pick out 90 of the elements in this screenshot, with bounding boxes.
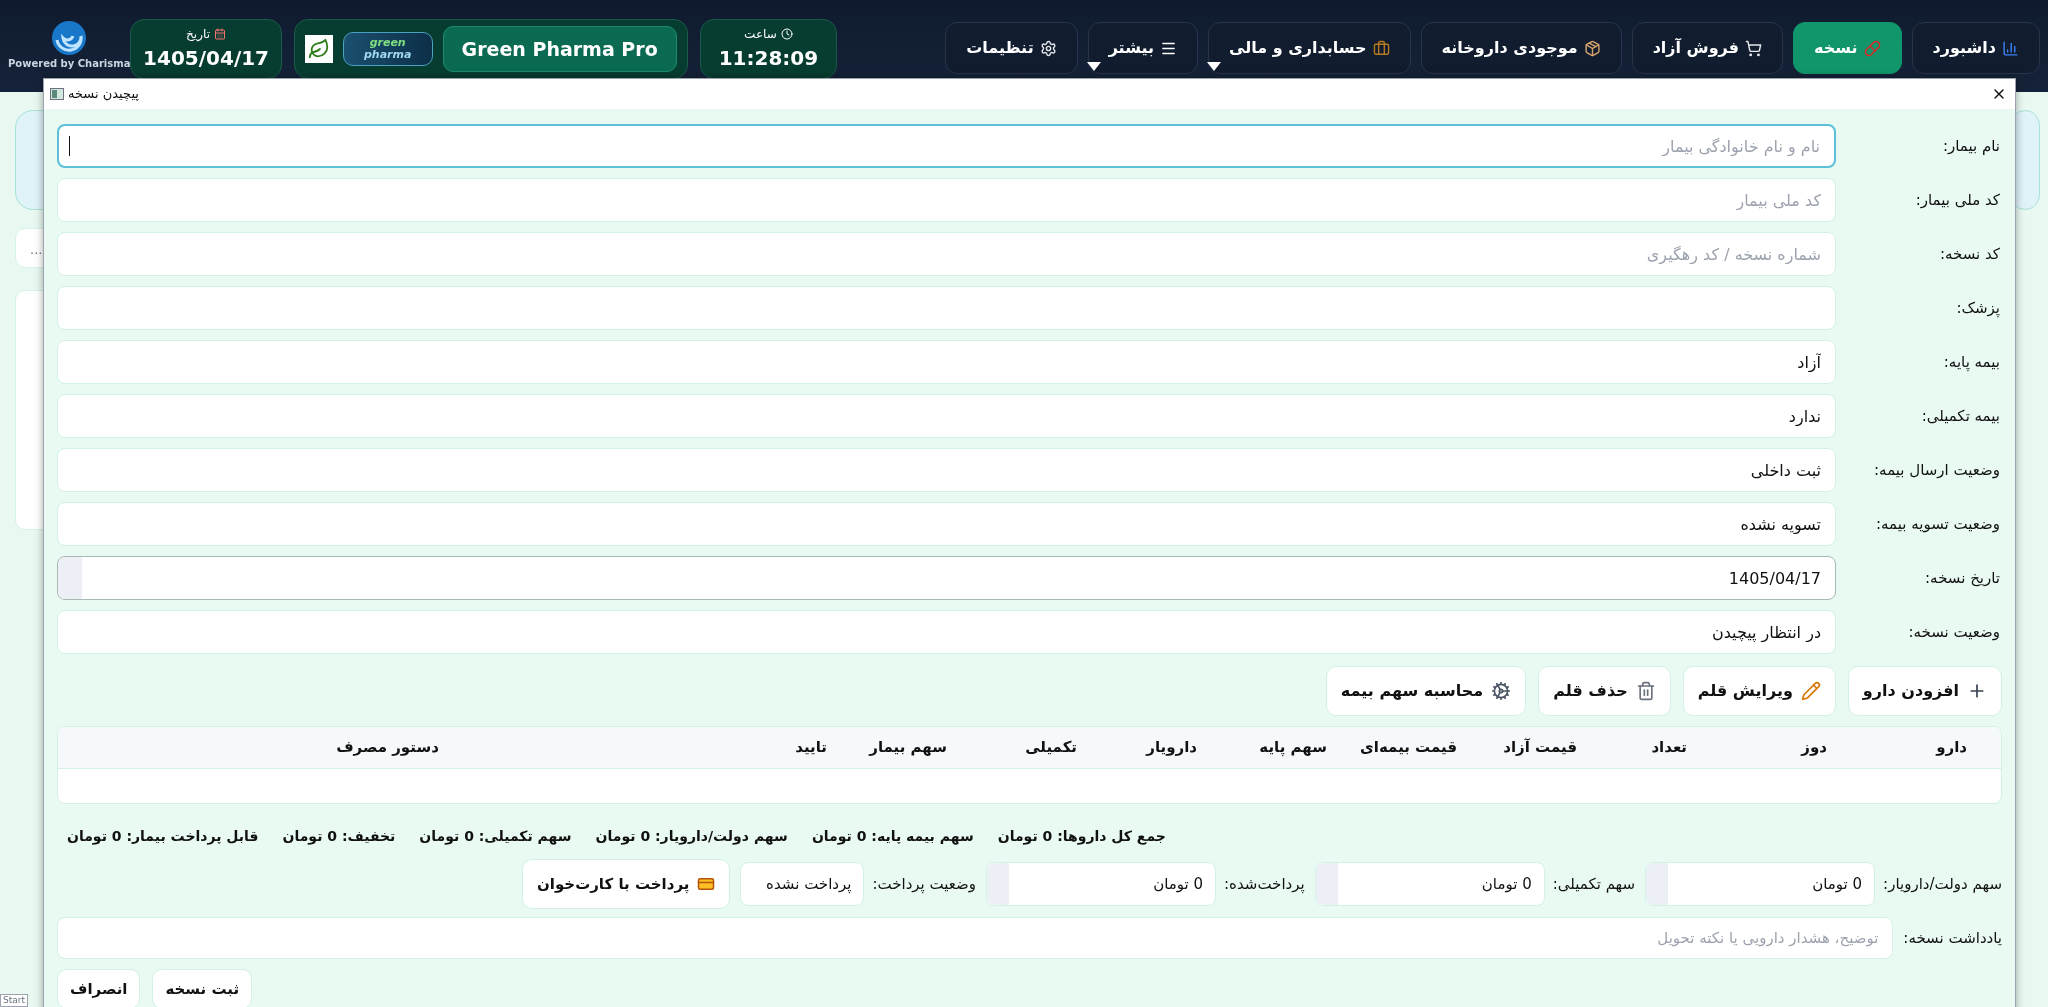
trash-icon	[1635, 681, 1656, 701]
powered-by-text: Powered by Charisma	[8, 57, 131, 71]
input-field[interactable]: آزاد	[57, 340, 1836, 384]
column-header: دارویار	[1144, 737, 1197, 759]
field-label: سهم تکمیلی:	[1552, 873, 1636, 895]
field-label: کد ملی بیمار:	[1914, 189, 2001, 211]
column-header: تایید	[794, 737, 827, 759]
toolbar-button[interactable]: حذف قلم	[1538, 666, 1671, 716]
column-header: دوز	[1799, 737, 1827, 759]
amount-field[interactable]: 0 تومان	[1314, 862, 1545, 906]
spin-button[interactable]	[1315, 863, 1338, 905]
field-label: سهم دولت/دارویار:	[1883, 873, 2002, 895]
cart-icon	[1745, 39, 1763, 57]
summary-total: سهم تکمیلی: 0 تومان	[419, 827, 572, 847]
field-label: یادداشت نسخه:	[1903, 927, 2002, 949]
column-header: دارو	[1934, 737, 1967, 759]
toolbar-button[interactable]: افزودن دارو	[1847, 666, 2002, 716]
nav-tab[interactable]: فروش آزاد	[1631, 22, 1784, 74]
action-button[interactable]: انصراف	[57, 969, 141, 1007]
note-field[interactable]: توضیح، هشدار دارویی یا نکته تحویل	[57, 917, 1894, 959]
clock-icon	[780, 28, 793, 40]
card-icon	[697, 875, 716, 893]
date-picker-button[interactable]	[58, 557, 82, 599]
field-label: وضعیت ارسال بیمه:	[1873, 459, 2001, 481]
column-header: سهم بیمار	[867, 737, 947, 759]
field-label: پزشک:	[1955, 297, 2001, 319]
leaf-icon	[304, 35, 333, 63]
clock-label: ساعت	[744, 26, 777, 43]
column-header: قیمت آزاد	[1502, 737, 1577, 759]
start-label[interactable]: Start	[0, 994, 28, 1007]
settings-icon	[1039, 39, 1057, 57]
field-label: بیمه تکمیلی:	[1920, 405, 2001, 427]
calendar-icon	[214, 28, 226, 40]
input-field[interactable]: در انتظار پیچیدن	[57, 610, 1836, 654]
toolbar-button[interactable]: محاسبه سهم بیمه	[1325, 666, 1527, 716]
column-header: دستور مصرف	[336, 737, 439, 759]
clock-time: 11:28:09	[718, 45, 819, 72]
field-label: بیمه پایه:	[1942, 351, 2001, 373]
spin-button[interactable]	[1646, 863, 1669, 905]
field-label: پرداخت‌شده:	[1224, 873, 1305, 896]
status-field[interactable]: پرداخت نشده	[740, 862, 865, 906]
input-field[interactable]: ندارد	[57, 394, 1836, 438]
nav-tab[interactable]: نسخه	[1793, 22, 1902, 74]
toolbar-button[interactable]: ویرایش قلم	[1682, 666, 1836, 716]
app-name-button[interactable]: Green Pharma Pro	[442, 26, 677, 72]
date-value: 1405/04/17	[143, 45, 269, 72]
dialog-title: پیچیدن نسخه	[68, 85, 139, 104]
action-button[interactable]: ثبت نسخه	[152, 969, 253, 1007]
window-icon	[50, 88, 64, 100]
nav-tab[interactable]: موجودی داروخانه	[1420, 22, 1622, 74]
nav-tab[interactable]: داشبورد	[1911, 22, 2040, 74]
field-label: نام بیمار:	[1941, 135, 2001, 157]
nav-tab[interactable]: بیشتر	[1087, 22, 1198, 74]
input-field[interactable]: ثبت داخلی	[57, 448, 1836, 492]
field-label: تاریخ نسخه:	[1924, 567, 2001, 589]
column-header: تعداد	[1650, 737, 1687, 759]
summary-total: تخفیف: 0 تومان	[282, 827, 396, 847]
text-cursor	[69, 136, 70, 156]
amount-field[interactable]: 0 تومان	[986, 862, 1217, 906]
ellipsis-text: ...	[30, 242, 43, 257]
chart-icon	[2002, 39, 2019, 57]
field-label: وضعیت پرداخت:	[872, 873, 977, 896]
amount-field[interactable]: 0 تومان	[1645, 862, 1876, 906]
pill-icon	[1863, 39, 1881, 57]
column-header: قیمت بیمه‌ای	[1359, 737, 1457, 759]
pencil-icon	[1800, 681, 1821, 701]
summary-total: سهم دولت/دارویار: 0 تومان	[595, 827, 788, 847]
card-payment-button[interactable]: پرداخت با کارت‌خوان	[522, 859, 731, 909]
brand-logo: green pharma	[342, 32, 433, 66]
input-field[interactable]: تسویه نشده	[57, 502, 1836, 546]
caret-icon	[1086, 62, 1101, 71]
column-header: سهم پایه	[1258, 737, 1327, 759]
input-field[interactable]: نام و نام خانوادگی بیمار	[57, 124, 1836, 168]
nav-tab[interactable]: حسابداری و مالی	[1207, 22, 1411, 74]
summary-total: جمع کل داروها: 0 تومان	[997, 827, 1166, 847]
briefcase-icon	[1372, 39, 1390, 57]
nav-tab[interactable]: تنظیمات	[945, 22, 1078, 74]
summary-total: قابل پرداخت بیمار: 0 تومان	[67, 827, 259, 847]
field-label: وضعیت تسویه بیمه:	[1875, 513, 2001, 535]
gear-icon	[1491, 681, 1512, 701]
summary-total: سهم بیمه پایه: 0 تومان	[811, 827, 974, 847]
column-header: تکمیلی	[1024, 737, 1077, 759]
caret-icon	[1206, 62, 1221, 71]
charisma-logo	[51, 20, 88, 56]
field-label: کد نسخه:	[1938, 243, 2001, 265]
date-field[interactable]: 1405/04/17	[57, 556, 1836, 600]
date-label: تاریخ	[186, 26, 210, 43]
field-label: وضعیت نسخه:	[1907, 621, 2001, 643]
box-icon	[1583, 39, 1601, 57]
spin-button[interactable]	[987, 863, 1010, 905]
